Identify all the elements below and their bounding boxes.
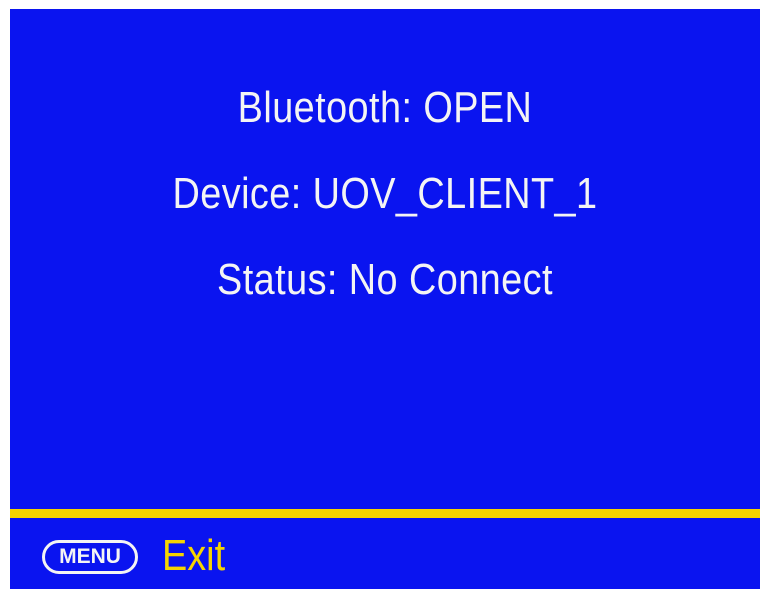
device-name-text: Device: UOV_CLIENT_1: [172, 169, 598, 218]
footer-divider: [10, 509, 760, 518]
menu-button[interactable]: MENU: [42, 540, 138, 574]
bluetooth-info-panel: Bluetooth: OPEN Device: UOV_CLIENT_1 Sta…: [10, 79, 760, 337]
footer-bar: MENU Exit: [10, 518, 760, 589]
bluetooth-state-text: Bluetooth: OPEN: [237, 83, 533, 132]
exit-label: Exit: [162, 531, 226, 580]
bluetooth-screen: Bluetooth: OPEN Device: UOV_CLIENT_1 Sta…: [10, 9, 760, 589]
connection-status-text: Status: No Connect: [217, 255, 553, 304]
